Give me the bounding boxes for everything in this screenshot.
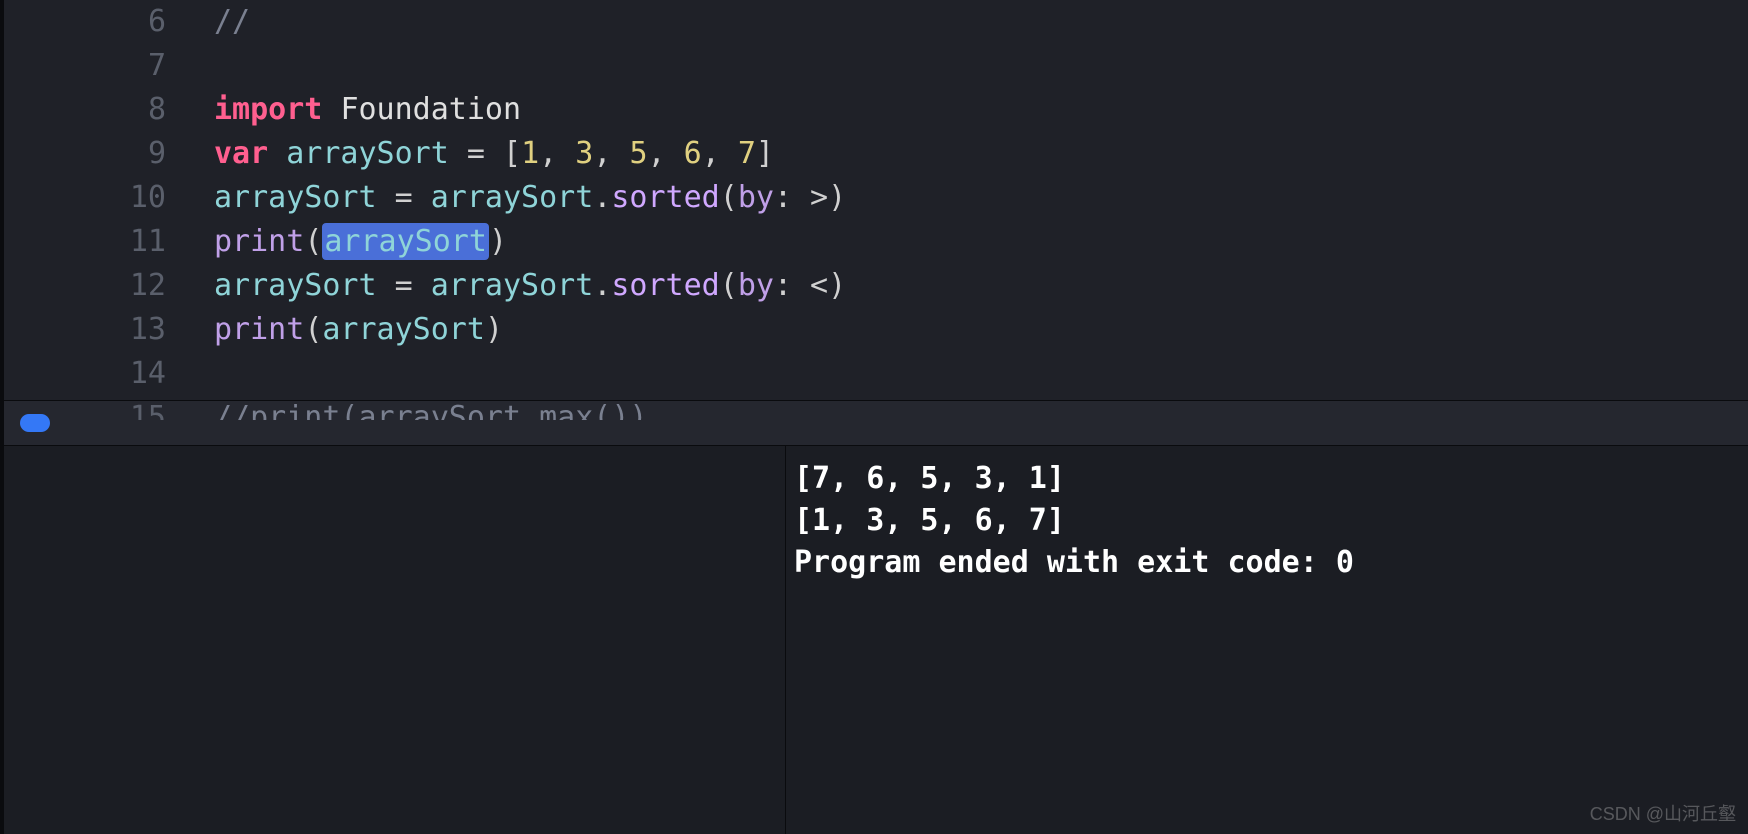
line-number-gutter: 6789101112131415 — [76, 0, 186, 400]
code-token: import — [214, 92, 322, 127]
code-line[interactable]: print(arraySort) — [214, 308, 1748, 352]
code-token: ( — [720, 180, 738, 215]
code-token: arraySort — [431, 268, 594, 303]
console-line: Program ended with exit code: 0 — [794, 542, 1740, 584]
code-token: arraySort — [322, 312, 485, 347]
line-number: 8 — [76, 88, 186, 132]
code-token: 6 — [684, 136, 702, 171]
code-token: , — [702, 136, 738, 171]
console-line: [7, 6, 5, 3, 1] — [794, 458, 1740, 500]
code-editor[interactable]: 6789101112131415 //import Foundationvar … — [0, 0, 1748, 400]
variables-panel[interactable] — [4, 446, 786, 834]
code-token: ) — [489, 224, 507, 259]
code-token: , — [539, 136, 575, 171]
code-token: //print(arraySort.max()) — [214, 400, 647, 420]
code-line[interactable]: print(arraySort) — [214, 220, 1748, 264]
line-number: 12 — [76, 264, 186, 308]
watermark: CSDN @山河丘壑 — [1590, 800, 1736, 826]
code-line[interactable]: import Foundation — [214, 88, 1748, 132]
code-token: 3 — [575, 136, 593, 171]
code-token: 5 — [629, 136, 647, 171]
code-line[interactable]: //print(arraySort.max()) — [214, 396, 1748, 420]
line-number: 15 — [76, 396, 186, 420]
code-token — [268, 136, 286, 171]
code-token: = — [377, 180, 431, 215]
code-token: , — [648, 136, 684, 171]
code-token: . — [593, 268, 611, 303]
line-number: 14 — [76, 352, 186, 396]
code-token: Foundation — [340, 92, 521, 127]
code-token: var — [214, 136, 268, 171]
code-token: ) — [485, 312, 503, 347]
line-number: 13 — [76, 308, 186, 352]
code-token: arraySort — [214, 268, 377, 303]
code-token: sorted — [611, 268, 719, 303]
code-token: ( — [304, 312, 322, 347]
code-token — [322, 92, 340, 127]
breakpoint-toggle-icon[interactable] — [20, 414, 50, 432]
console-area: [7, 6, 5, 3, 1][1, 3, 5, 6, 7]Program en… — [0, 446, 1748, 834]
code-token: = [ — [449, 136, 521, 171]
code-line[interactable] — [214, 352, 1748, 396]
console-line: [1, 3, 5, 6, 7] — [794, 500, 1740, 542]
code-token: print — [214, 224, 304, 259]
code-token: : >) — [774, 180, 846, 215]
line-number: 6 — [76, 0, 186, 44]
code-token: ( — [720, 268, 738, 303]
code-token: ] — [756, 136, 774, 171]
output-console[interactable]: [7, 6, 5, 3, 1][1, 3, 5, 6, 7]Program en… — [786, 446, 1748, 834]
line-number: 7 — [76, 44, 186, 88]
code-token: = — [377, 268, 431, 303]
code-token: by — [738, 180, 774, 215]
code-token: 1 — [521, 136, 539, 171]
code-token: sorted — [611, 180, 719, 215]
line-number: 11 — [76, 220, 186, 264]
code-token: arraySort — [214, 180, 377, 215]
code-line[interactable] — [214, 44, 1748, 88]
code-token: // — [214, 4, 250, 39]
code-content[interactable]: //import Foundationvar arraySort = [1, 3… — [186, 0, 1748, 400]
code-token: 7 — [738, 136, 756, 171]
code-token: : <) — [774, 268, 846, 303]
code-token: ( — [304, 224, 322, 259]
line-number: 10 — [76, 176, 186, 220]
line-number: 9 — [76, 132, 186, 176]
code-token: arraySort — [322, 223, 489, 260]
code-token: arraySort — [431, 180, 594, 215]
code-line[interactable]: // — [214, 0, 1748, 44]
code-token: print — [214, 312, 304, 347]
editor-left-margin — [4, 0, 76, 400]
code-token: by — [738, 268, 774, 303]
code-token: . — [593, 180, 611, 215]
code-line[interactable]: var arraySort = [1, 3, 5, 6, 7] — [214, 132, 1748, 176]
code-token: arraySort — [286, 136, 449, 171]
code-line[interactable]: arraySort = arraySort.sorted(by: >) — [214, 176, 1748, 220]
code-token: , — [593, 136, 629, 171]
code-line[interactable]: arraySort = arraySort.sorted(by: <) — [214, 264, 1748, 308]
